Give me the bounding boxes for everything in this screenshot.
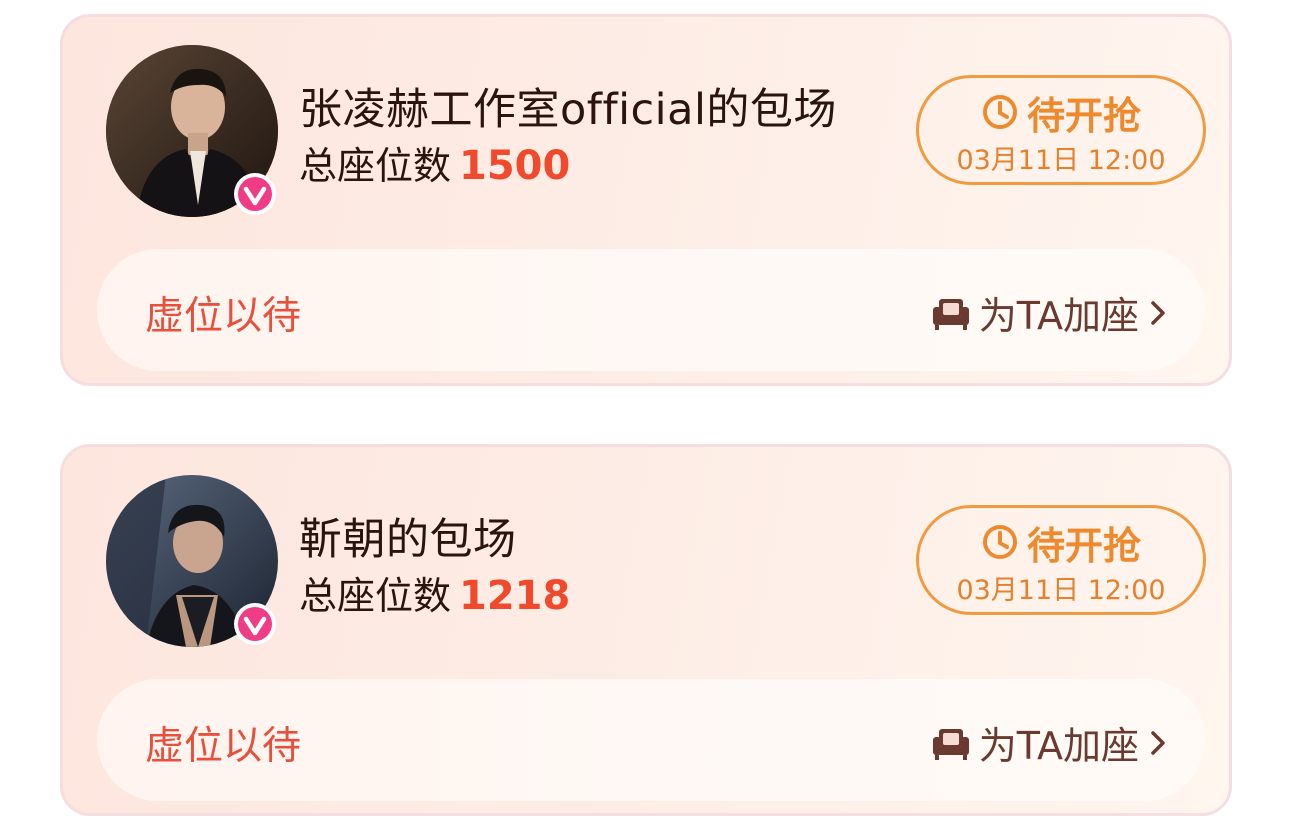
seat-bar: 虚位以待 为TA加座 [97, 249, 1205, 371]
grab-status-button[interactable]: 待开抢 03月11日 12:00 [916, 505, 1206, 615]
verified-badge-icon [234, 603, 276, 645]
venue-title: 张凌赫工作室official的包场 [299, 85, 837, 135]
add-seat-label: 为TA加座 [978, 724, 1139, 768]
total-seats: 总座位数 1218 [299, 565, 570, 620]
venue-card[interactable]: 靳朝的包场 总座位数 1218 待开抢 03月11日 12:00 虚位以待 为T… [60, 444, 1232, 816]
add-seat-button[interactable]: 为TA加座 [931, 715, 1169, 770]
grab-time: 03月11日 12:00 [956, 575, 1166, 606]
sofa-icon [932, 728, 969, 760]
total-seats-count: 1500 [459, 143, 571, 189]
total-seats: 总座位数 1500 [299, 135, 570, 190]
chevron-right-icon [1151, 730, 1165, 755]
total-seats-label: 总座位数 [299, 144, 452, 188]
total-seats-label: 总座位数 [299, 574, 452, 618]
clock-icon [982, 525, 1017, 559]
grab-status-button[interactable]: 待开抢 03月11日 12:00 [916, 75, 1206, 185]
placeholder-text: 虚位以待 [145, 724, 302, 769]
venue-card[interactable]: 张凌赫工作室official的包场 总座位数 1500 待开抢 03月11日 12… [60, 14, 1232, 386]
verified-badge-icon [234, 173, 276, 215]
grab-time: 03月11日 12:00 [956, 145, 1166, 176]
clock-icon [982, 95, 1017, 129]
seat-bar: 虚位以待 为TA加座 [97, 679, 1205, 801]
total-seats-count: 1218 [459, 573, 571, 619]
add-seat-label: 为TA加座 [978, 294, 1139, 338]
grab-status-label: 待开抢 [1026, 523, 1141, 568]
placeholder-text: 虚位以待 [145, 294, 302, 339]
chevron-right-icon [1151, 300, 1165, 325]
sofa-icon [932, 298, 969, 330]
add-seat-button[interactable]: 为TA加座 [931, 285, 1169, 340]
venue-title: 靳朝的包场 [299, 515, 517, 565]
grab-status-label: 待开抢 [1026, 93, 1141, 138]
